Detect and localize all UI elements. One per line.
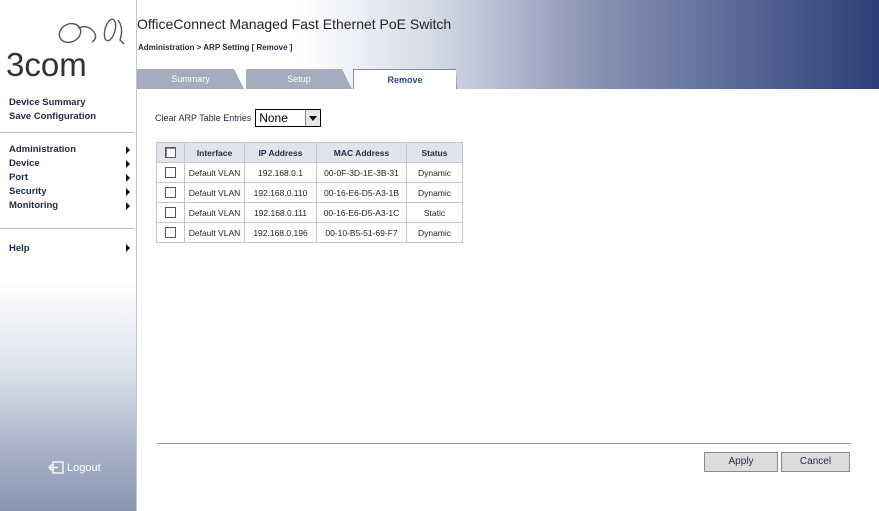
sidebar-item-help[interactable]: Help: [9, 241, 134, 256]
sidebar: 3COM Device Summary Save Configuration A…: [0, 0, 137, 511]
row-checkbox[interactable]: [165, 207, 176, 219]
tab-remove[interactable]: Remove: [353, 69, 457, 89]
row-select-cell: [156, 202, 185, 223]
sidebar-help-menu: Help: [9, 241, 134, 256]
cell-ip-address: 192.168.0.111: [244, 202, 317, 223]
arp-table: Interface IP Address MAC Address Status …: [156, 142, 463, 243]
cell-ip-address: 192.168.0.110: [244, 182, 317, 203]
breadcrumb: Administration > ARP Setting [ Remove ]: [138, 43, 293, 52]
table-row: Default VLAN 192.168.0.1 00-0F-3D-1E-3B-…: [156, 162, 463, 183]
cell-ip-address: 192.168.0.1: [244, 162, 317, 183]
sidebar-divider: [0, 228, 134, 229]
logout-button[interactable]: Logout: [48, 461, 101, 474]
table-row: Default VLAN 192.168.0.110 00-16-E6-D5-A…: [156, 182, 463, 203]
cell-status: Dynamic: [406, 222, 463, 243]
logo-text: 3COM: [6, 46, 87, 83]
logout-label: Logout: [67, 461, 101, 474]
logout-icon: [48, 461, 64, 474]
sidebar-item-label: Security: [9, 186, 47, 197]
select-all-cell: [156, 142, 185, 163]
tab-bar: Summary Setup Remove: [137, 69, 477, 89]
triangle-right-icon: [126, 146, 130, 154]
column-header-mac-address: MAC Address: [316, 142, 407, 163]
cell-ip-address: 192.168.0.196: [244, 222, 317, 243]
sidebar-item-label: Administration: [9, 144, 77, 155]
column-header-interface: Interface: [184, 142, 245, 163]
chevron-down-icon[interactable]: [305, 110, 321, 126]
triangle-right-icon: [126, 202, 130, 210]
app-title: OfficeConnect Managed Fast Ethernet PoE …: [137, 16, 452, 32]
triangle-right-icon: [126, 188, 130, 196]
cell-mac-address: 00-10-B5-51-69-F7: [316, 222, 407, 243]
cell-interface: Default VLAN: [184, 222, 245, 243]
cell-status: Dynamic: [406, 162, 463, 183]
triangle-right-icon: [126, 160, 130, 168]
sidebar-item-monitoring[interactable]: Monitoring: [9, 199, 134, 213]
main-content: Clear ARP Table Entries None Interface I…: [137, 89, 879, 511]
table-header-row: Interface IP Address MAC Address Status: [156, 142, 463, 163]
sidebar-item-administration[interactable]: Administration: [9, 143, 134, 157]
cell-interface: Default VLAN: [184, 162, 245, 183]
column-header-ip-address: IP Address: [244, 142, 317, 163]
row-select-cell: [156, 222, 185, 243]
header: OfficeConnect Managed Fast Ethernet PoE …: [137, 0, 879, 89]
sidebar-link-save-configuration[interactable]: Save Configuration: [9, 110, 96, 124]
tab-setup[interactable]: Setup: [246, 69, 352, 89]
3com-logo-icon: [58, 18, 125, 45]
select-all-checkbox[interactable]: [165, 147, 176, 159]
sidebar-item-security[interactable]: Security: [9, 185, 134, 199]
apply-button[interactable]: Apply: [704, 452, 778, 472]
table-row: Default VLAN 192.168.0.196 00-10-B5-51-6…: [156, 222, 463, 243]
cell-mac-address: 00-0F-3D-1E-3B-31: [316, 162, 407, 183]
row-checkbox[interactable]: [165, 187, 176, 199]
clear-arp-select[interactable]: None: [255, 109, 322, 127]
sidebar-item-label: Device: [9, 158, 40, 169]
sidebar-divider: [0, 132, 134, 133]
sidebar-item-port[interactable]: Port: [9, 171, 134, 185]
row-select-cell: [156, 162, 185, 183]
cell-interface: Default VLAN: [184, 182, 245, 203]
clear-arp-select-value: None: [259, 111, 288, 125]
row-checkbox[interactable]: [165, 167, 176, 179]
cell-mac-address: 00-16-E6-D5-A3-1C: [316, 202, 407, 223]
cell-status: Static: [406, 202, 463, 223]
cell-status: Dynamic: [406, 182, 463, 203]
quick-links: Device Summary Save Configuration: [9, 96, 96, 124]
sidebar-item-label: Port: [9, 172, 28, 183]
clear-arp-label: Clear ARP Table Entries: [155, 113, 252, 123]
footer-divider: [157, 443, 851, 444]
column-header-status: Status: [406, 142, 463, 163]
sidebar-menu: Administration Device Port Security Moni…: [9, 143, 134, 213]
cancel-button[interactable]: Cancel: [781, 452, 850, 472]
triangle-right-icon: [126, 244, 130, 252]
sidebar-link-device-summary[interactable]: Device Summary: [9, 96, 96, 110]
sidebar-item-label: Monitoring: [9, 200, 59, 211]
3com-logo: 3COM: [6, 14, 131, 81]
sidebar-item-label: Help: [9, 243, 30, 254]
table-row: Default VLAN 192.168.0.111 00-16-E6-D5-A…: [156, 202, 463, 223]
cell-interface: Default VLAN: [184, 202, 245, 223]
row-select-cell: [156, 182, 185, 203]
clear-arp-row: Clear ARP Table Entries None: [155, 109, 322, 127]
cell-mac-address: 00-16-E6-D5-A3-1B: [316, 182, 407, 203]
tab-summary[interactable]: Summary: [137, 69, 244, 89]
sidebar-item-device[interactable]: Device: [9, 157, 134, 171]
triangle-right-icon: [126, 174, 130, 182]
row-checkbox[interactable]: [165, 227, 176, 239]
